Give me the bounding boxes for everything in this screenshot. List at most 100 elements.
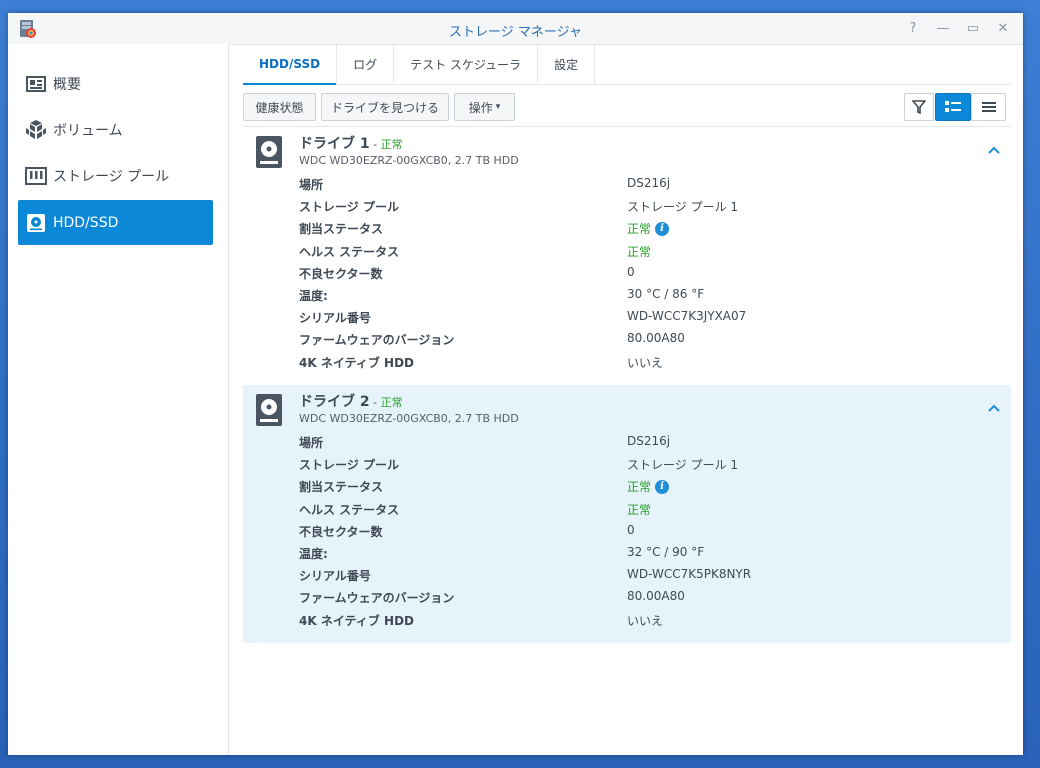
detail-value: 正常 (627, 222, 652, 237)
detail-value: いいえ (627, 355, 664, 370)
detail-value: 0 (627, 522, 635, 537)
collapse-button[interactable] (985, 399, 1003, 417)
tab-log[interactable]: ログ (337, 44, 395, 84)
caret-down-icon: ▾ (495, 102, 501, 112)
detail-value: ストレージ プール 1 (627, 458, 739, 473)
minimize-button[interactable]: — (933, 19, 953, 37)
help-button[interactable]: ? (903, 19, 923, 37)
detail-row: ヘルス ステータス 正常 (299, 240, 1011, 262)
drive-name: ドライブ 1 (299, 136, 370, 152)
sidebar-item-label: HDD/SSD (53, 214, 119, 231)
detail-row: 4K ネイティブ HDD いいえ (299, 609, 1011, 631)
detail-row: 割当ステータス 正常 i (299, 217, 1011, 239)
drive-name: ドライブ 2 (299, 394, 370, 410)
detail-view-button[interactable] (935, 93, 971, 121)
detail-row: 場所 DS216j (299, 431, 1011, 453)
close-button[interactable]: ✕ (993, 19, 1013, 37)
detail-value-wrap: WD-WCC7K5PK8NYR (627, 567, 751, 581)
detail-value: ストレージ プール 1 (627, 200, 739, 215)
detail-value-wrap: 正常 (627, 501, 651, 518)
overview-icon (25, 73, 47, 95)
detail-label: シリアル番号 (299, 569, 371, 584)
detail-value: WD-WCC7K3JYXA07 (627, 309, 747, 324)
detail-label: 4K ネイティブ HDD (299, 613, 415, 628)
detail-label: 4K ネイティブ HDD (299, 355, 415, 370)
detail-label: ファームウェアのバージョン (299, 333, 455, 348)
detail-value: 80.00A80 (627, 589, 685, 604)
filter-button[interactable] (904, 93, 934, 121)
detail-value-wrap: 80.00A80 (627, 331, 685, 345)
collapse-button[interactable] (985, 141, 1003, 159)
detail-value-wrap: 0 (627, 523, 635, 537)
sidebar-item-storage-pool[interactable]: ストレージ プール (18, 153, 213, 198)
detail-label: ヘルス ステータス (299, 502, 400, 517)
detail-value-wrap: WD-WCC7K3JYXA07 (627, 309, 746, 323)
detail-label: 割当ステータス (299, 480, 384, 495)
sidebar-item-hdd-ssd[interactable]: HDD/SSD (18, 200, 213, 245)
detail-row: 温度: 32 °C / 90 °F (299, 542, 1011, 564)
detail-label: ストレージ プール (299, 200, 399, 215)
drive-model: WDC WD30EZRZ-00GXCB0, 2.7 TB HDD (299, 412, 519, 425)
detail-label: 温度: (299, 288, 328, 303)
toolbar: 健康状態 ドライブを見つける 操作 ▾ (243, 93, 1011, 121)
health-status-button[interactable]: 健康状態 (243, 93, 316, 121)
drive-list: ドライブ 1 - 正常 WDC WD30EZRZ-00GXCB0, 2.7 TB … (243, 126, 1011, 755)
detail-value-wrap: 正常 i (627, 478, 670, 495)
detail-label: シリアル番号 (299, 311, 371, 326)
chevron-up-icon (988, 146, 1000, 154)
info-icon[interactable]: i (655, 479, 670, 494)
hard-drive-icon (256, 136, 282, 168)
detail-value: 正常 (627, 244, 652, 259)
storage-manager-window: ストレージ マネージャ ? — ▭ ✕ 概要 ボリューム ストレージ プール H… (8, 13, 1023, 755)
drive-details: 場所 DS216j ストレージ プール ストレージ プール 1 割当ステータス 正常 i ヘル… (299, 431, 1011, 631)
detail-label: 場所 (299, 178, 324, 192)
detail-value-wrap: DS216j (627, 434, 670, 448)
detail-value: 30 °C / 86 °F (627, 286, 705, 301)
detail-value: 32 °C / 90 °F (627, 544, 705, 559)
tab-test-scheduler[interactable]: テスト スケジューラ (394, 44, 539, 84)
drive-status: 正常 (380, 138, 403, 151)
tab-hdd-ssd[interactable]: HDD/SSD (243, 44, 338, 85)
detail-value-wrap: 0 (627, 265, 635, 279)
sidebar-item-overview[interactable]: 概要 (18, 61, 213, 106)
detail-label: 不良セクター数 (299, 266, 383, 281)
main-panel: HDD/SSD ログ テスト スケジューラ 設定 健康状態 ドライブを見つける … (243, 44, 1011, 755)
compact-view-button[interactable] (971, 93, 1006, 121)
info-icon[interactable]: i (655, 221, 670, 236)
sidebar: 概要 ボリューム ストレージ プール HDD/SSD (8, 44, 229, 755)
sidebar-item-label: ボリューム (53, 122, 123, 139)
sidebar-item-volume[interactable]: ボリューム (18, 107, 213, 152)
maximize-button[interactable]: ▭ (963, 19, 983, 37)
locate-drive-button[interactable]: ドライブを見つける (321, 93, 449, 121)
sidebar-item-label: ストレージ プール (53, 168, 170, 185)
drive-card[interactable]: ドライブ 1 - 正常 WDC WD30EZRZ-00GXCB0, 2.7 TB … (243, 127, 1011, 385)
detail-row: ファームウェアのバージョン 80.00A80 (299, 586, 1011, 608)
detail-value-wrap: 80.00A80 (627, 589, 685, 603)
storage-pool-icon (25, 165, 47, 187)
detail-row: ファームウェアのバージョン 80.00A80 (299, 328, 1011, 350)
drive-details: 場所 DS216j ストレージ プール ストレージ プール 1 割当ステータス 正常 i ヘル… (299, 173, 1011, 373)
detail-value: WD-WCC7K5PK8NYR (627, 567, 752, 582)
detail-row: ヘルス ステータス 正常 (299, 498, 1011, 520)
detail-value-wrap: DS216j (627, 176, 670, 190)
detail-value-wrap: ストレージ プール 1 (627, 456, 738, 473)
detail-label: ファームウェアのバージョン (299, 591, 455, 606)
detail-label: 場所 (299, 436, 324, 450)
action-dropdown-button[interactable]: 操作 ▾ (454, 93, 515, 121)
drive-separator: - (369, 396, 381, 409)
detail-value-wrap: いいえ (627, 354, 663, 371)
detail-value: 正常 (627, 502, 652, 517)
filter-icon (912, 100, 926, 114)
drive-card[interactable]: ドライブ 2 - 正常 WDC WD30EZRZ-00GXCB0, 2.7 TB … (243, 385, 1011, 643)
tab-settings[interactable]: 設定 (538, 44, 596, 84)
detail-row: 温度: 30 °C / 86 °F (299, 284, 1011, 306)
detail-list-icon (945, 101, 961, 112)
detail-row: 不良セクター数 0 (299, 520, 1011, 542)
detail-row: シリアル番号 WD-WCC7K5PK8NYR (299, 564, 1011, 586)
detail-label: ストレージ プール (299, 458, 399, 473)
detail-row: 4K ネイティブ HDD いいえ (299, 351, 1011, 373)
detail-row: シリアル番号 WD-WCC7K3JYXA07 (299, 306, 1011, 328)
detail-label: 不良セクター数 (299, 524, 383, 539)
detail-row: ストレージ プール ストレージ プール 1 (299, 195, 1011, 217)
detail-value: 正常 (627, 480, 652, 495)
